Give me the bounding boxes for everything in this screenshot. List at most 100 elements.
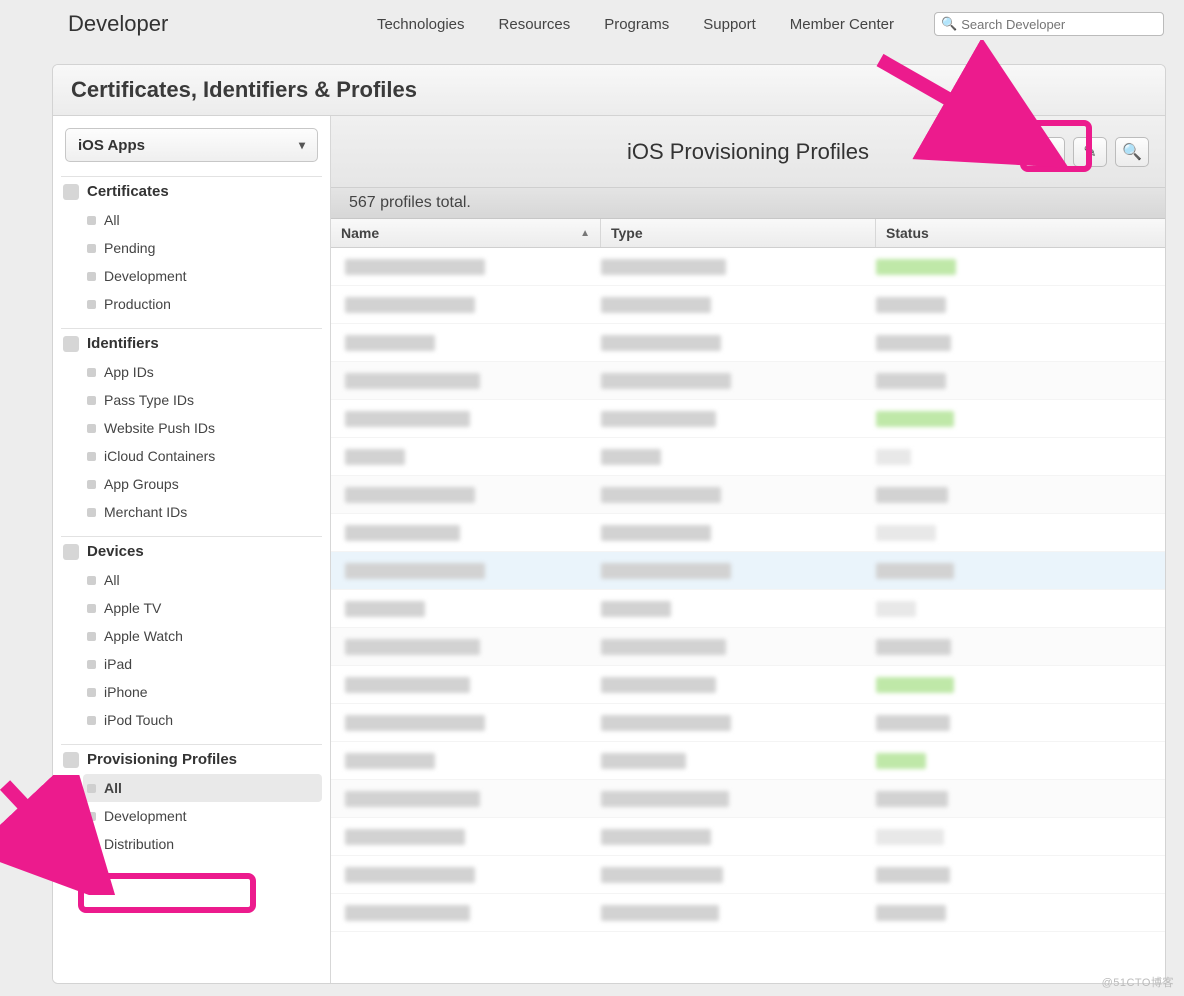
bullet-icon [87,368,96,377]
table-row[interactable] [331,286,1165,324]
sidebar-item-iphone[interactable]: iPhone [83,678,322,706]
sidebar-item-ipod-touch[interactable]: iPod Touch [83,706,322,734]
sidebar-item-pass-type-ids[interactable]: Pass Type IDs [83,386,322,414]
platform-selector-label: iOS Apps [78,137,145,154]
provisioning-icon [63,752,79,768]
certificates-icon [63,184,79,200]
sidebar-item-certificates-development[interactable]: Development [83,262,322,290]
table-row[interactable] [331,856,1165,894]
sidebar-item-label: iCloud Containers [104,448,215,464]
sidebar-item-label: All [104,780,122,796]
bullet-icon [87,660,96,669]
table-row[interactable] [331,476,1165,514]
sidebar-item-devices-all[interactable]: All [83,566,322,594]
bullet-icon [87,480,96,489]
column-label: Status [886,225,929,241]
table-row[interactable] [331,666,1165,704]
table-row[interactable] [331,590,1165,628]
search-field[interactable]: 🔍 [934,12,1164,36]
sidebar-item-provisioning-distribution[interactable]: Distribution [83,830,322,858]
identifiers-icon [63,336,79,352]
table-row[interactable] [331,818,1165,856]
section-title: Devices [87,543,144,560]
sidebar-item-label: iPad [104,656,132,672]
sidebar-item-apple-tv[interactable]: Apple TV [83,594,322,622]
table-row[interactable] [331,780,1165,818]
sidebar-item-label: Pending [104,240,155,256]
page-header: Certificates, Identifiers & Profiles [53,65,1165,116]
column-header-type[interactable]: Type [601,219,876,247]
sidebar-item-label: Distribution [104,836,174,852]
main-panel: iOS Provisioning Profiles ＋ ✎ 🔍 567 prof… [331,116,1165,983]
page-title: Certificates, Identifiers & Profiles [71,77,1147,103]
sidebar-item-label: App Groups [104,476,179,492]
table-row[interactable] [331,894,1165,932]
sidebar-item-label: Development [104,808,187,824]
bullet-icon [87,300,96,309]
sidebar-item-website-push-ids[interactable]: Website Push IDs [83,414,322,442]
search-button[interactable]: 🔍 [1115,137,1149,167]
add-button[interactable]: ＋ [1031,137,1065,167]
column-header-status[interactable]: Status [876,219,1165,247]
table-row[interactable] [331,248,1165,286]
table-row[interactable] [331,514,1165,552]
sidebar-item-app-groups[interactable]: App Groups [83,470,322,498]
nav-link-support[interactable]: Support [703,16,756,33]
brand-label: Developer [68,11,168,37]
table-row[interactable] [331,324,1165,362]
table-row[interactable] [331,400,1165,438]
sidebar-item-ipad[interactable]: iPad [83,650,322,678]
sidebar-item-label: Merchant IDs [104,504,187,520]
platform-selector[interactable]: iOS Apps ▾ [65,128,318,162]
table-row[interactable] [331,438,1165,476]
table-row[interactable] [331,362,1165,400]
bullet-icon [87,840,96,849]
nav-link-member-center[interactable]: Member Center [790,16,894,33]
sidebar-item-label: All [104,212,120,228]
column-header-name[interactable]: Name ▲ [331,219,601,247]
bullet-icon [87,812,96,821]
devices-icon [63,544,79,560]
section-title: Certificates [87,183,169,200]
plus-icon: ＋ [1040,140,1056,164]
sidebar-item-merchant-ids[interactable]: Merchant IDs [83,498,322,526]
section-certificates: Certificates All Pending Development Pro… [61,176,322,318]
sidebar-item-label: iPod Touch [104,712,173,728]
bullet-icon [87,604,96,613]
section-devices: Devices All Apple TV Apple Watch iPad iP… [61,536,322,734]
sidebar-item-icloud-containers[interactable]: iCloud Containers [83,442,322,470]
chevron-down-icon: ▾ [299,138,305,152]
table-row[interactable] [331,628,1165,666]
nav-link-programs[interactable]: Programs [604,16,669,33]
sidebar-item-certificates-all[interactable]: All [83,206,322,234]
bullet-icon [87,632,96,641]
column-label: Type [611,225,643,241]
nav-link-resources[interactable]: Resources [499,16,571,33]
table-row[interactable] [331,552,1165,590]
sidebar-item-provisioning-all[interactable]: All [83,774,322,802]
sidebar-item-certificates-production[interactable]: Production [83,290,322,318]
bullet-icon [87,216,96,225]
edit-button[interactable]: ✎ [1073,137,1107,167]
edit-icon: ✎ [1083,142,1096,162]
table-row[interactable] [331,742,1165,780]
table-row[interactable] [331,704,1165,742]
sidebar-item-label: iPhone [104,684,148,700]
sidebar-item-label: Pass Type IDs [104,392,194,408]
bullet-icon [87,396,96,405]
sidebar-item-app-ids[interactable]: App IDs [83,358,322,386]
bullet-icon [87,688,96,697]
bullet-icon [87,272,96,281]
sidebar-item-label: Production [104,296,171,312]
sidebar-item-label: Website Push IDs [104,420,215,436]
sidebar-item-apple-watch[interactable]: Apple Watch [83,622,322,650]
section-header-certificates: Certificates [61,176,322,206]
sidebar-item-certificates-pending[interactable]: Pending [83,234,322,262]
sidebar-item-label: Apple Watch [104,628,183,644]
sidebar-item-label: Apple TV [104,600,161,616]
search-input[interactable] [961,17,1157,32]
main-header: iOS Provisioning Profiles ＋ ✎ 🔍 [331,116,1165,188]
sidebar-item-provisioning-development[interactable]: Development [83,802,322,830]
table-body[interactable] [331,248,1165,983]
nav-link-technologies[interactable]: Technologies [377,16,465,33]
